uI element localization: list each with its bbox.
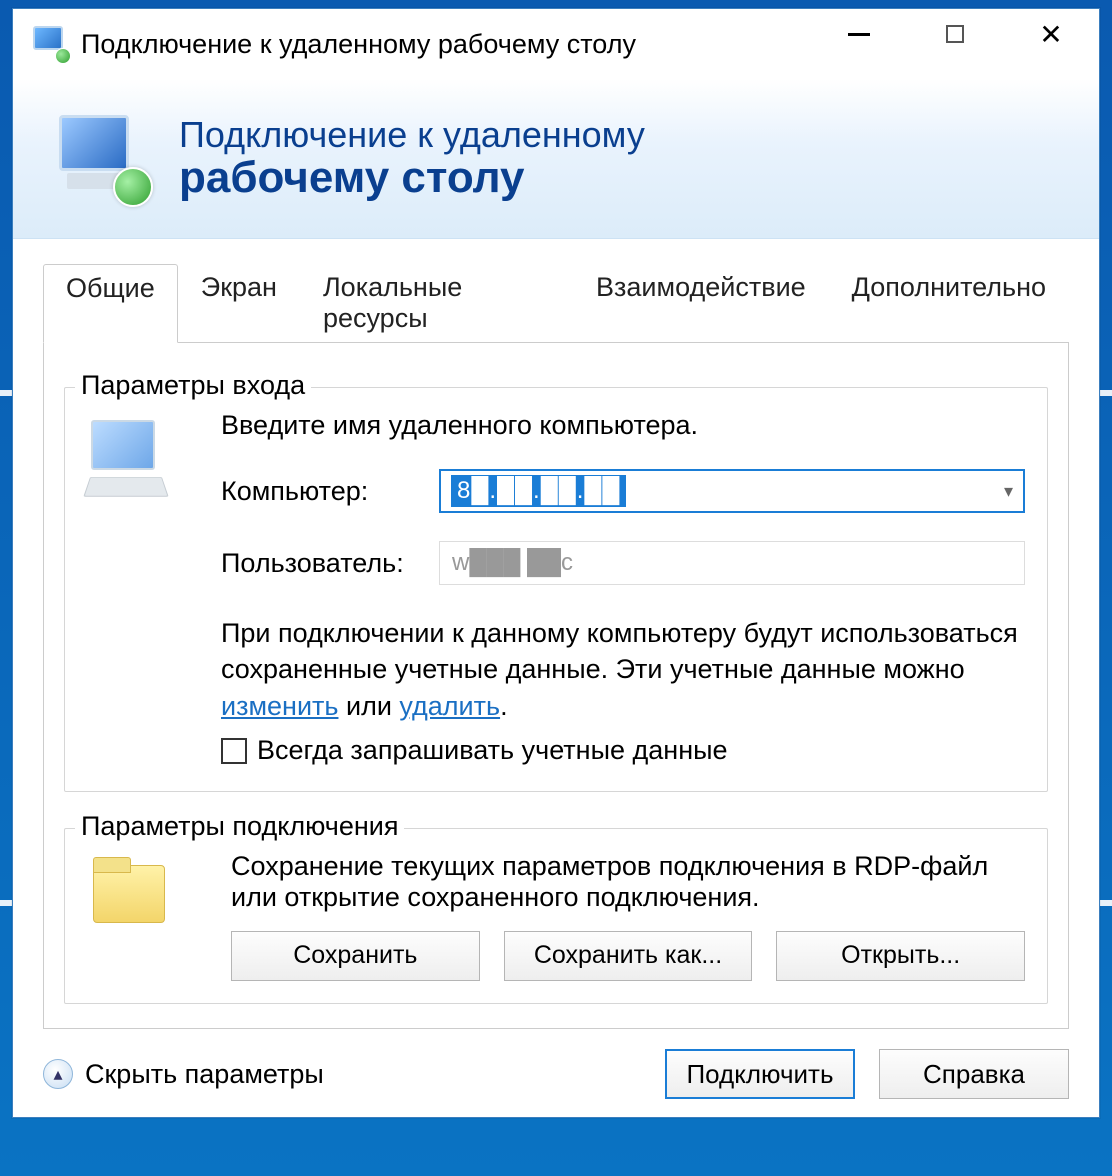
login-settings-group: Параметры входа Введите имя удаленного к… [64, 387, 1048, 792]
titlebar: Подключение к удаленному рабочему столу … [13, 9, 1099, 79]
connection-legend: Параметры подключения [75, 811, 404, 842]
hide-options-label: Скрыть параметры [85, 1059, 324, 1090]
hide-options-toggle[interactable]: ▴ Скрыть параметры [43, 1059, 324, 1090]
delete-credentials-link[interactable]: удалить [399, 691, 500, 721]
tab-experience[interactable]: Взаимодействие [573, 263, 829, 342]
credentials-info: При подключении к данному компьютеру буд… [221, 615, 1025, 769]
computer-combobox[interactable]: 8█.██.██.██ ▾ [439, 469, 1025, 513]
chevron-up-icon: ▴ [43, 1059, 73, 1089]
username-value: w███ ██c [452, 549, 573, 577]
rdp-banner-icon [53, 109, 153, 209]
tab-general[interactable]: Общие [43, 264, 178, 343]
tab-display[interactable]: Экран [178, 263, 300, 342]
banner-line2: рабочему столу [179, 154, 645, 202]
maximize-button[interactable] [907, 9, 1003, 59]
computer-label: Компьютер: [221, 476, 421, 507]
tabstrip: Общие Экран Локальные ресурсы Взаимодейс… [43, 263, 1069, 343]
save-button[interactable]: Сохранить [231, 931, 480, 981]
tab-advanced[interactable]: Дополнительно [829, 263, 1069, 342]
login-legend: Параметры входа [75, 370, 311, 401]
tab-local-resources[interactable]: Локальные ресурсы [300, 263, 573, 342]
computer-icon [87, 410, 197, 769]
close-button[interactable]: ✕ [1003, 9, 1099, 59]
user-label: Пользователь: [221, 548, 421, 579]
banner-line1: Подключение к удаленному [179, 115, 645, 155]
connection-desc: Сохранение текущих параметров подключени… [231, 851, 1025, 913]
computer-value: 8█.██.██.██ [451, 475, 626, 507]
username-field[interactable]: w███ ██c [439, 541, 1025, 585]
change-credentials-link[interactable]: изменить [221, 691, 338, 721]
minimize-button[interactable] [811, 9, 907, 59]
folder-icon [87, 851, 207, 981]
always-ask-label: Всегда запрашивать учетные данные [257, 732, 728, 768]
banner: Подключение к удаленному рабочему столу [13, 79, 1099, 239]
chevron-down-icon[interactable]: ▾ [1004, 481, 1013, 502]
login-prompt: Введите имя удаленного компьютера. [221, 410, 1025, 441]
connection-settings-group: Параметры подключения Сохранение текущих… [64, 828, 1048, 1004]
rdp-app-icon [33, 26, 69, 62]
always-ask-checkbox[interactable] [221, 738, 247, 764]
rdp-window: Подключение к удаленному рабочему столу … [12, 8, 1100, 1118]
connect-button[interactable]: Подключить [665, 1049, 855, 1099]
help-button[interactable]: Справка [879, 1049, 1069, 1099]
open-button[interactable]: Открыть... [776, 931, 1025, 981]
save-as-button[interactable]: Сохранить как... [504, 931, 753, 981]
window-title: Подключение к удаленному рабочему столу [81, 29, 636, 60]
bottom-bar: ▴ Скрыть параметры Подключить Справка [13, 1031, 1099, 1117]
